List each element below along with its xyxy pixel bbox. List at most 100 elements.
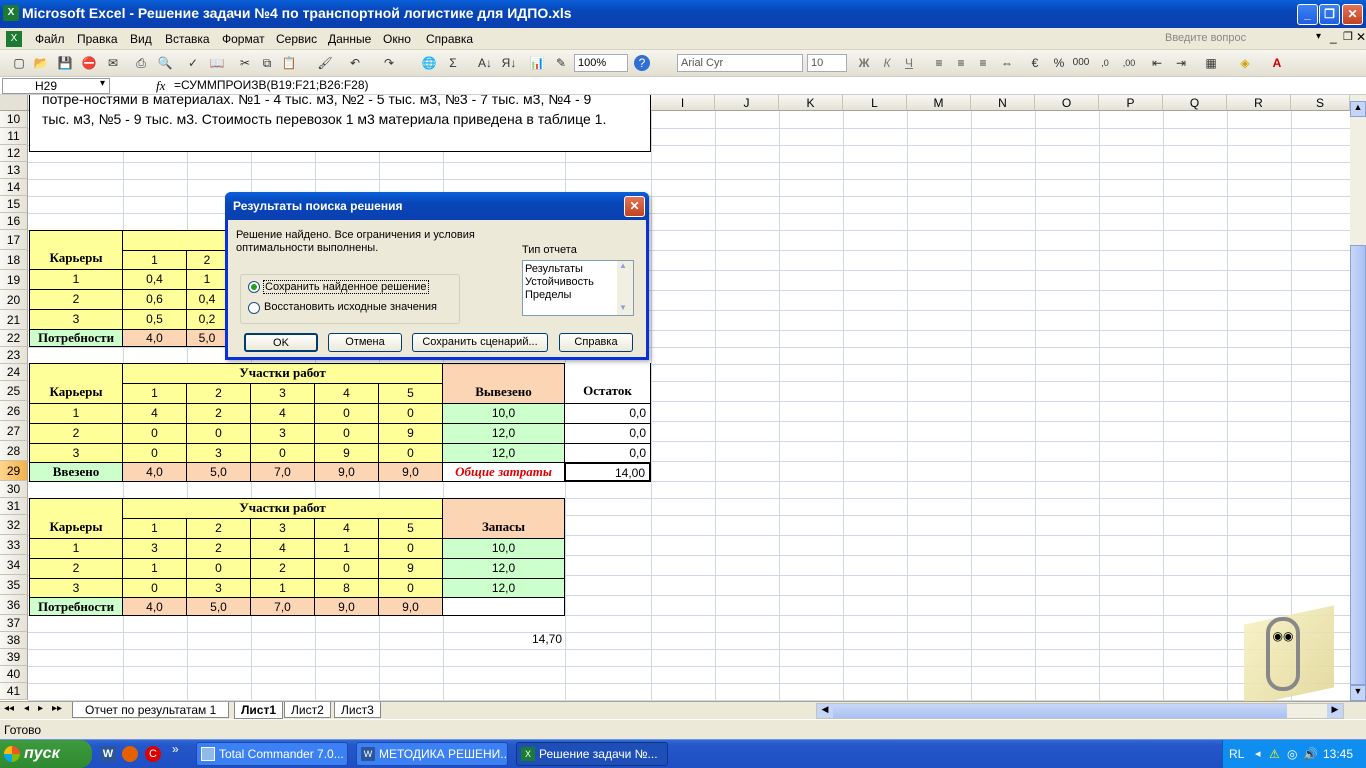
- align-center-icon[interactable]: ≡: [952, 54, 970, 72]
- menu-help[interactable]: Справка: [426, 32, 473, 46]
- permission-icon[interactable]: ⛔: [80, 54, 98, 72]
- t3-row-label[interactable]: 2: [29, 558, 123, 579]
- spreadsheet-grid[interactable]: ABCDEFGHIJKLMNOPQRS 10111213141516171819…: [0, 95, 1350, 701]
- t3-cell[interactable]: 1: [250, 578, 315, 599]
- report-item-sensitivity[interactable]: Устойчивость: [525, 276, 594, 288]
- cut-icon[interactable]: ✂: [236, 54, 254, 72]
- t3-col-header[interactable]: 3: [250, 518, 315, 539]
- help-button[interactable]: Справка: [559, 333, 633, 352]
- t2-col-header[interactable]: 5: [378, 383, 443, 404]
- font-color-icon[interactable]: A: [1268, 54, 1286, 72]
- t2-cell[interactable]: 0: [122, 443, 187, 464]
- italic-icon[interactable]: К: [878, 54, 896, 72]
- clock[interactable]: 13:45: [1323, 740, 1353, 768]
- t3-row-label[interactable]: 1: [29, 538, 123, 559]
- menu-tools[interactable]: Сервис: [276, 32, 317, 46]
- cancel-button[interactable]: Отмена: [328, 333, 402, 352]
- menu-edit[interactable]: Правка: [77, 32, 118, 46]
- t2-cell[interactable]: 0: [314, 423, 379, 444]
- tab-list2[interactable]: Лист2: [284, 702, 331, 718]
- align-left-icon[interactable]: ≡: [930, 54, 948, 72]
- row-header[interactable]: 38: [0, 632, 28, 649]
- row-header[interactable]: 29: [0, 461, 28, 481]
- menu-view[interactable]: Вид: [130, 32, 152, 46]
- t3-cell[interactable]: 0: [314, 558, 379, 579]
- column-header[interactable]: J: [715, 95, 779, 111]
- row-header[interactable]: 10: [0, 111, 28, 128]
- row-header[interactable]: 22: [0, 330, 28, 347]
- row-header[interactable]: 11: [0, 128, 28, 145]
- t2-cell[interactable]: 4: [250, 403, 315, 424]
- menu-file[interactable]: Файл: [35, 32, 65, 46]
- autosum-icon[interactable]: Σ: [444, 54, 462, 72]
- row-header[interactable]: 21: [0, 310, 28, 330]
- t2-col-header[interactable]: 3: [250, 383, 315, 404]
- t3-footer-cell[interactable]: 9,0: [314, 597, 379, 616]
- column-header[interactable]: N: [971, 95, 1035, 111]
- firefox-quicklaunch-icon[interactable]: [122, 746, 138, 762]
- format-painter-icon[interactable]: 🖌: [316, 54, 334, 72]
- scroll-up-button[interactable]: ▲: [1350, 101, 1366, 117]
- tab-list1[interactable]: Лист1: [234, 702, 284, 719]
- t3-stock-cell[interactable]: 10,0: [442, 538, 565, 559]
- t2-cell[interactable]: 0: [314, 403, 379, 424]
- t2-cell[interactable]: 0: [378, 443, 443, 464]
- scroll-up-icon[interactable]: ▲: [619, 261, 627, 270]
- undo-icon[interactable]: ↶: [346, 54, 364, 72]
- row-header[interactable]: 36: [0, 595, 28, 615]
- row-header[interactable]: 30: [0, 481, 28, 498]
- select-all-corner[interactable]: [0, 95, 28, 111]
- open-icon[interactable]: 📂: [32, 54, 50, 72]
- spelling-icon[interactable]: ✓: [184, 54, 202, 72]
- t3-cell[interactable]: 0: [122, 578, 187, 599]
- t3-cell[interactable]: 9: [378, 558, 443, 579]
- network-icon[interactable]: ◂: [1255, 740, 1261, 768]
- prev-sheet-icon[interactable]: ◂: [24, 703, 29, 714]
- scroll-down-button[interactable]: ▼: [1350, 685, 1366, 701]
- formula-input[interactable]: =СУММПРОИЗВ(B19:F21;B26:F28): [174, 78, 369, 92]
- last-sheet-icon[interactable]: ▸▸: [52, 703, 62, 714]
- row-header[interactable]: 14: [0, 179, 28, 196]
- t2-footer-cell[interactable]: 4,0: [122, 462, 187, 482]
- row-header[interactable]: 37: [0, 615, 28, 632]
- bold-icon[interactable]: Ж: [855, 54, 873, 72]
- keep-solution-radio[interactable]: [248, 281, 260, 293]
- t3-cell[interactable]: 3: [186, 578, 251, 599]
- redo-icon[interactable]: ↷: [380, 54, 398, 72]
- opera-quicklaunch-icon[interactable]: C: [145, 746, 161, 762]
- row-header[interactable]: 16: [0, 213, 28, 230]
- t2-footer-cell[interactable]: 9,0: [314, 462, 379, 482]
- t2-row-label[interactable]: 1: [29, 403, 123, 424]
- row-header[interactable]: 35: [0, 575, 28, 595]
- menu-window[interactable]: Окно: [383, 32, 411, 46]
- start-button[interactable]: пуск: [0, 740, 92, 768]
- t2-cell[interactable]: 0: [378, 403, 443, 424]
- report-type-list[interactable]: Результаты Устойчивость Пределы ▲ ▼: [522, 260, 634, 316]
- t3-footer-cell[interactable]: 5,0: [186, 597, 251, 616]
- t2-cell[interactable]: 0: [122, 423, 187, 444]
- column-header[interactable]: S: [1291, 95, 1350, 111]
- t2-rest-cell[interactable]: 0,0: [564, 443, 651, 464]
- row-header[interactable]: 13: [0, 162, 28, 179]
- function-icon[interactable]: fx: [156, 78, 165, 94]
- print-preview-icon[interactable]: 🔍: [156, 54, 174, 72]
- paperclip-assistant-icon[interactable]: ◉◉: [1266, 617, 1300, 691]
- row-header[interactable]: 20: [0, 290, 28, 310]
- vertical-scrollbar[interactable]: ▲ ▼: [1350, 95, 1366, 701]
- row-header[interactable]: 26: [0, 401, 28, 421]
- name-box[interactable]: H29: [2, 78, 110, 94]
- h-scroll-thumb[interactable]: [833, 704, 1287, 718]
- t2-col-header[interactable]: 1: [122, 383, 187, 404]
- restore-button[interactable]: ❐: [1319, 4, 1340, 25]
- zoom-select[interactable]: 100%: [574, 54, 628, 72]
- row-header[interactable]: 39: [0, 649, 28, 666]
- word-quicklaunch-icon[interactable]: W: [100, 746, 116, 762]
- hyperlink-icon[interactable]: 🌐: [420, 54, 438, 72]
- increase-indent-icon[interactable]: ⇥: [1172, 54, 1190, 72]
- percent-icon[interactable]: %: [1050, 54, 1068, 72]
- t2-col-header[interactable]: 2: [186, 383, 251, 404]
- scroll-down-icon[interactable]: ▼: [619, 303, 627, 312]
- t3-cell[interactable]: 4: [250, 538, 315, 559]
- tray-app-icon[interactable]: ◎: [1287, 740, 1297, 768]
- column-header[interactable]: R: [1227, 95, 1291, 111]
